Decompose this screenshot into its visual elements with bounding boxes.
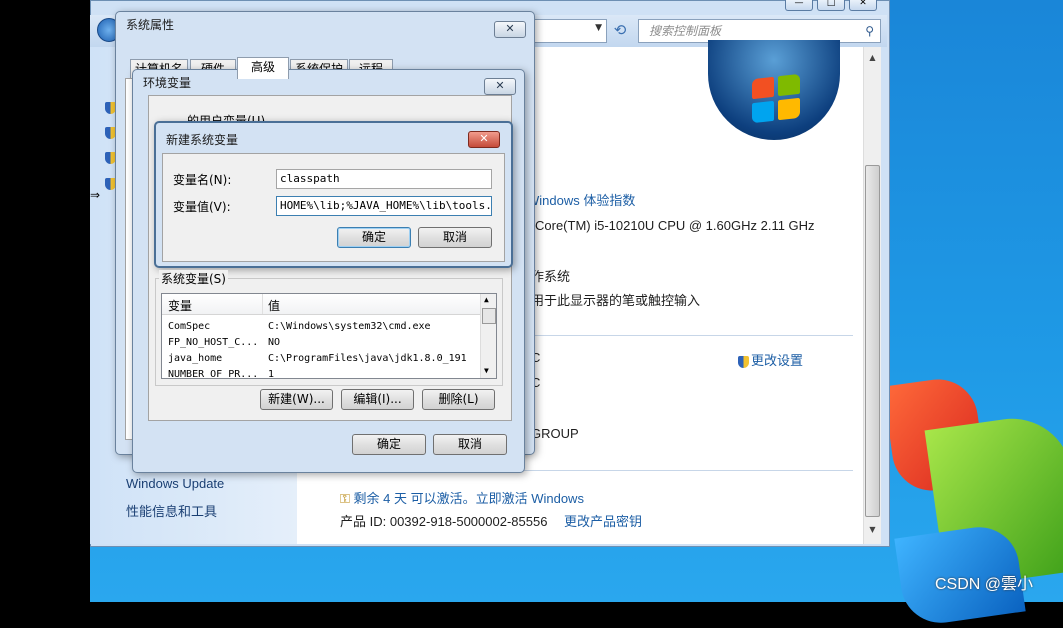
row-name: ComSpec [168, 321, 211, 332]
tab-advanced[interactable]: 高级 [237, 57, 289, 79]
scroll-down-icon[interactable]: ▼ [864, 525, 881, 534]
performance-tools-link[interactable]: 性能信息和工具 [126, 501, 217, 520]
list-header: 变量 值 [162, 294, 480, 315]
workgroup-value: GROUP [531, 426, 579, 441]
change-settings-label: 更改设置 [751, 353, 804, 368]
shield-icon [738, 355, 749, 368]
edit-variable-button[interactable]: 编辑(I)... [341, 389, 414, 410]
variable-value-input[interactable]: HOME%\lib;%JAVA_HOME%\lib\tools.jar [276, 196, 492, 216]
dropdown-arrow-icon[interactable]: ▼ [595, 23, 602, 33]
search-icon[interactable]: ⚲ [855, 20, 874, 42]
windows-update-link[interactable]: Windows Update [126, 476, 224, 491]
activation-link[interactable]: 剩余 4 天 可以激活。立即激活 Windows [354, 491, 584, 506]
refresh-icon[interactable]: ⟲ [608, 19, 632, 41]
scroll-up-icon[interactable]: ▲ [484, 295, 489, 304]
scroll-thumb[interactable] [482, 308, 496, 324]
minimize-button[interactable]: — [785, 0, 813, 11]
cancel-button[interactable]: 取消 [418, 227, 492, 248]
close-icon[interactable]: ✕ [484, 78, 516, 95]
window-caption-buttons: — □ ✕ [785, 0, 877, 12]
row-name: NUMBER_OF_PR... [168, 369, 259, 379]
close-button[interactable]: ✕ [849, 0, 877, 11]
cancel-button[interactable]: 取消 [433, 434, 507, 455]
ok-button[interactable]: 确定 [352, 434, 426, 455]
key-icon: ⚿ [340, 491, 350, 506]
new-variable-button[interactable]: 新建(W)... [260, 389, 333, 410]
divider [520, 335, 853, 336]
row-name: java_home [168, 353, 223, 364]
dialog-title: 新建系统变量 [166, 133, 239, 147]
row-name: FP_NO_HOST_C... [168, 337, 259, 348]
cursor-icon: ⇒ [90, 188, 101, 202]
table-row[interactable]: FP_NO_HOST_C... [168, 337, 258, 348]
new-system-variable-dialog: 新建系统变量 ✕ 变量名(N): classpath 变量值(V): HOME%… [154, 121, 513, 268]
column-header-variable[interactable]: 变量 [168, 297, 192, 314]
variable-value-label: 变量值(V): [173, 200, 231, 214]
scroll-up-icon[interactable]: ▲ [864, 53, 881, 62]
dialog-title: 系统属性 [126, 18, 175, 32]
row-value: NO [268, 337, 281, 348]
scroll-down-icon[interactable]: ▼ [484, 366, 489, 375]
row-value: 1 [268, 369, 275, 379]
search-placeholder: 搜索控制面板 [649, 24, 722, 38]
variable-name-input[interactable]: classpath [276, 169, 492, 189]
close-icon[interactable]: ✕ [468, 131, 500, 148]
change-settings-link[interactable]: 更改设置 [738, 350, 803, 369]
close-icon[interactable]: ✕ [494, 21, 526, 38]
system-variables-list[interactable]: 变量 值 ComSpec C:\Windows\system32\cmd.exe… [161, 293, 497, 379]
system-variables-label: 系统变量(S) [159, 270, 228, 287]
experience-index-link[interactable]: Windows 体验指数 [527, 190, 635, 209]
table-row[interactable]: java_home [168, 353, 222, 364]
processor-value: Core(TM) i5-10210U CPU @ 1.60GHz 2.11 GH… [535, 218, 815, 233]
dialog-title: 环境变量 [143, 76, 192, 90]
system-type-value: 作系统 [531, 269, 571, 284]
watermark: CSDN @雲小 [935, 576, 1034, 593]
table-row[interactable]: NUMBER_OF_PR... [168, 369, 259, 379]
ok-button[interactable]: 确定 [337, 227, 411, 248]
column-header-value[interactable]: 值 [268, 297, 280, 314]
variable-name-label: 变量名(N): [173, 173, 232, 187]
delete-variable-button[interactable]: 删除(L) [422, 389, 495, 410]
change-product-key-link[interactable]: 更改产品密钥 [564, 511, 642, 530]
row-value: C:\ProgramFiles\java\jdk1.8.0_191 [268, 353, 467, 364]
scroll-thumb[interactable] [865, 165, 880, 517]
product-id: 产品 ID: 00392-918-5000002-85556 [340, 514, 548, 529]
table-row[interactable]: ComSpec [168, 321, 210, 332]
row-value: C:\Windows\system32\cmd.exe [268, 321, 431, 332]
pen-touch-value: 用于此显示器的笔或触控输入 [531, 293, 701, 308]
maximize-button[interactable]: □ [817, 0, 845, 11]
list-scrollbar[interactable]: ▲ ▼ [480, 294, 496, 378]
address-bar[interactable]: ▼ [530, 19, 607, 43]
activation-row: ⚿ 剩余 4 天 可以激活。立即激活 Windows [340, 488, 584, 507]
